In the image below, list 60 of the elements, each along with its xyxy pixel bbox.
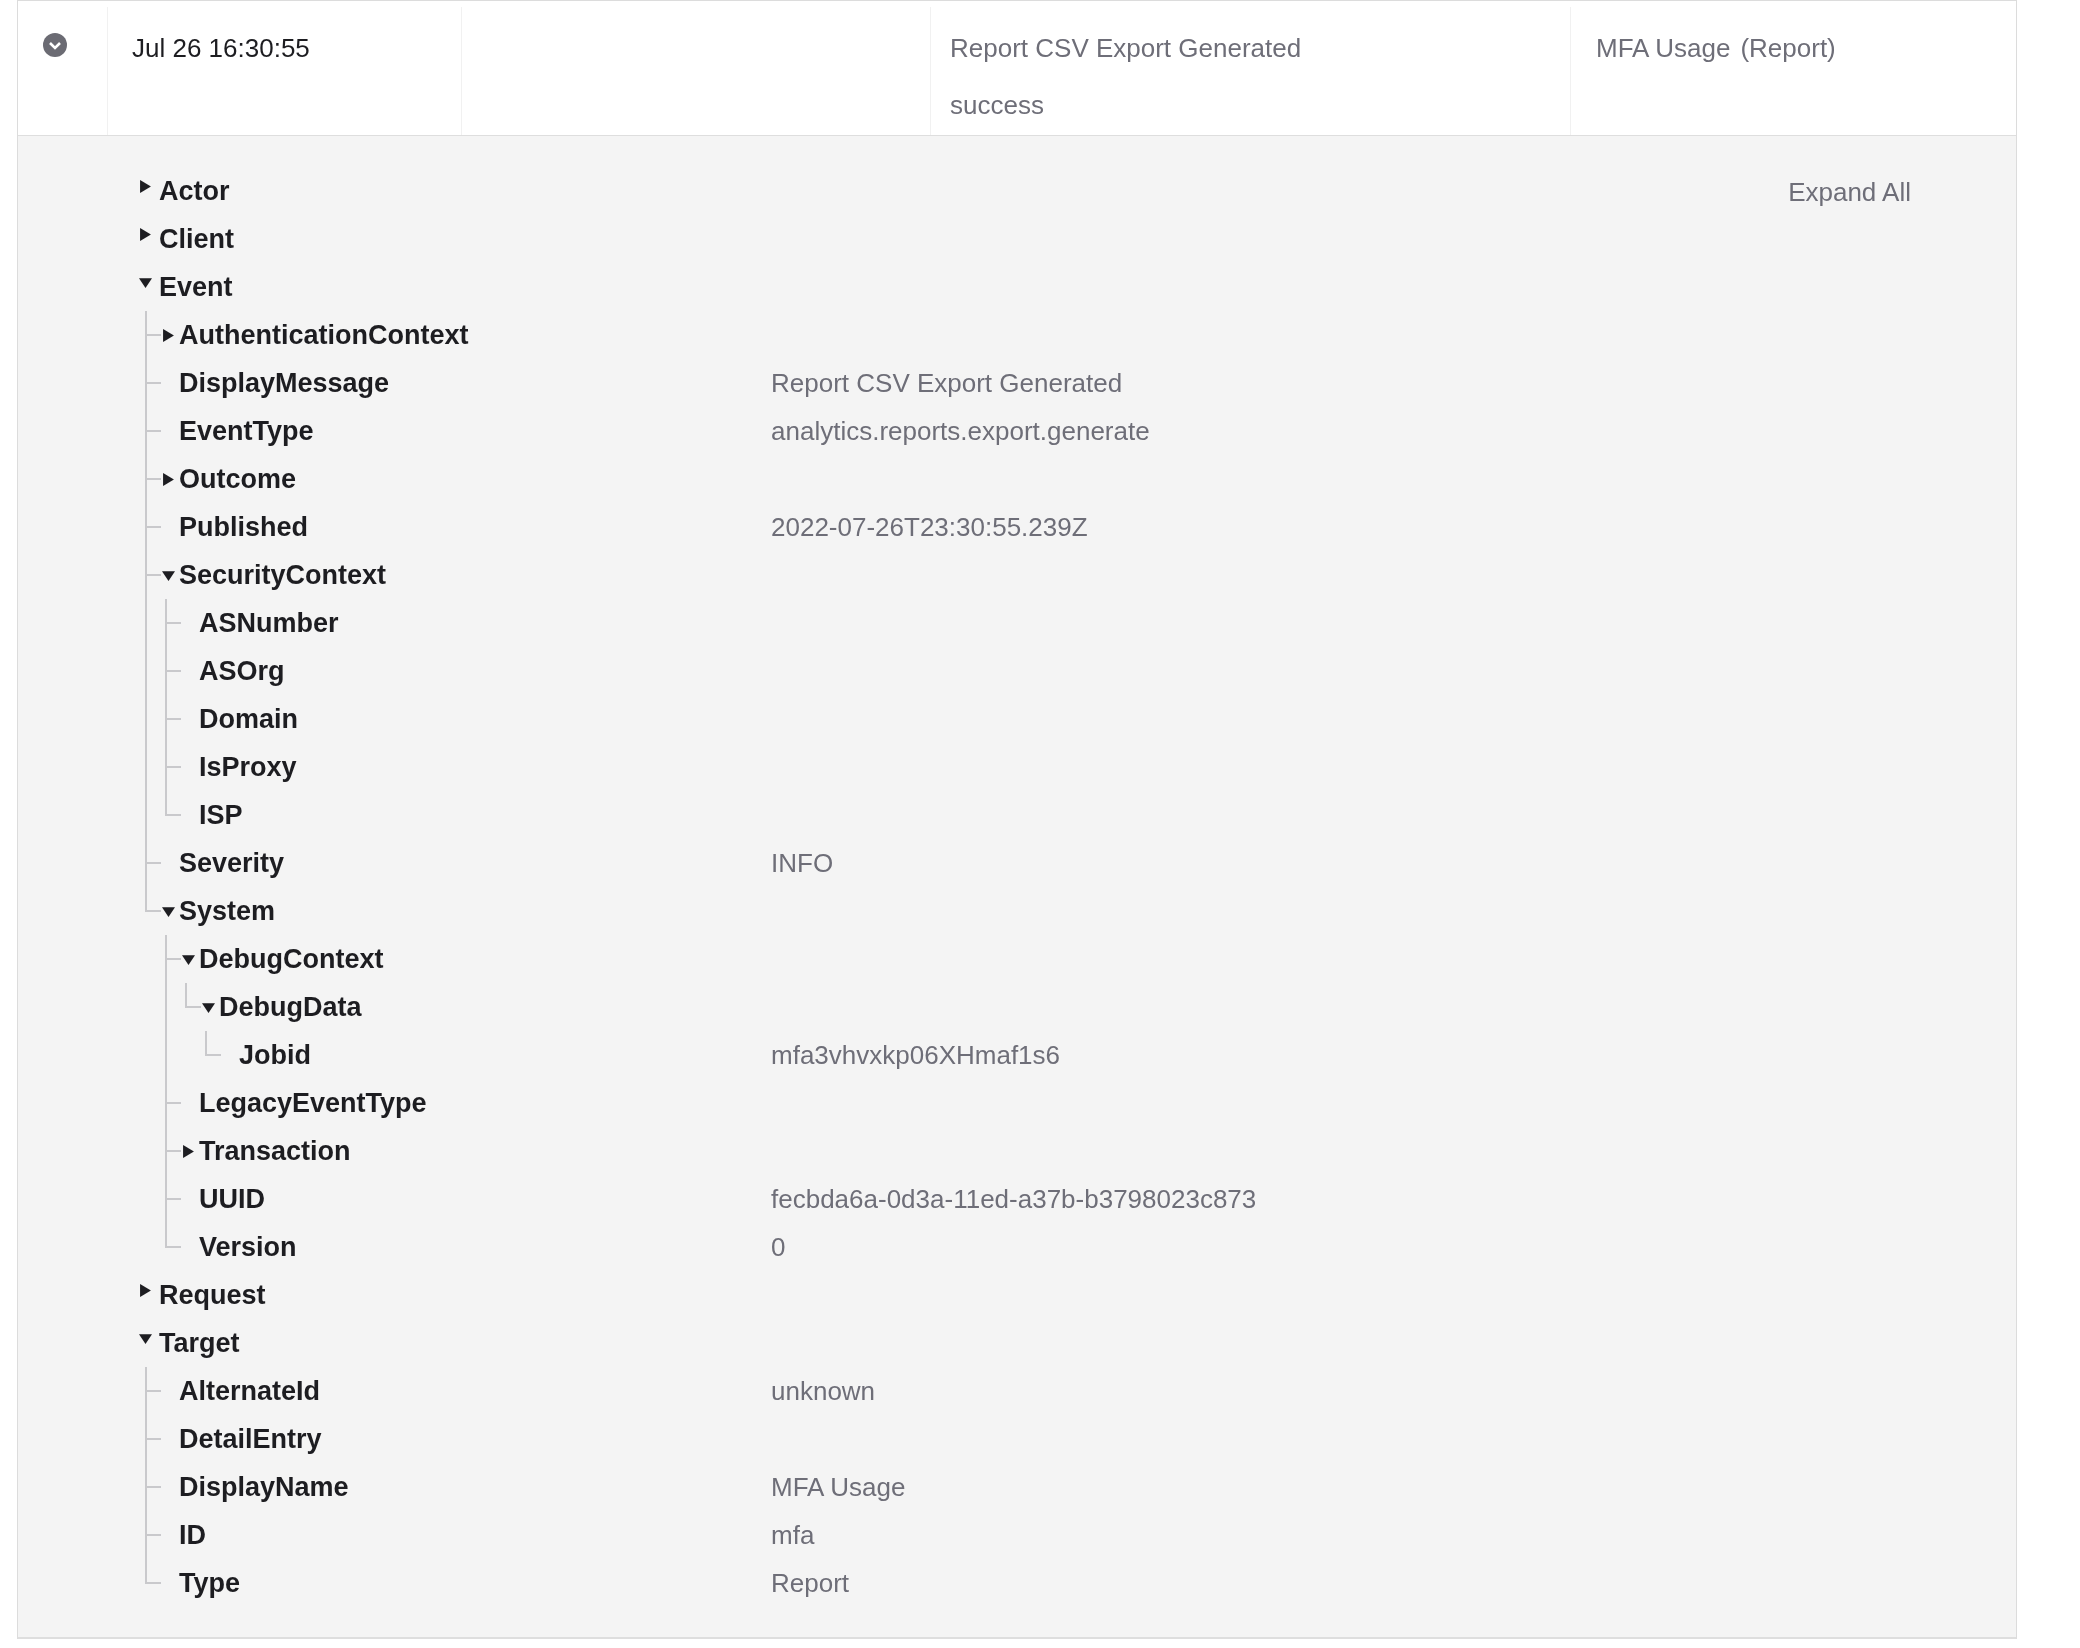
property-value: mfa3vhvxkp06XHmaf1s6	[771, 1039, 1061, 1071]
caret-right-icon[interactable]	[162, 472, 175, 486]
property-value: Report CSV Export Generated	[771, 367, 1123, 399]
expand-all-button[interactable]: Expand All	[1788, 175, 1911, 209]
property-name: Severity	[179, 847, 285, 880]
property-name[interactable]: Request	[159, 1271, 266, 1319]
property-name: IsProxy	[199, 751, 297, 784]
property-name[interactable]: DebugContext	[199, 935, 384, 983]
property-value: Report	[771, 1567, 850, 1599]
property-name[interactable]: Outcome	[179, 455, 297, 503]
caret-down-icon[interactable]	[162, 904, 175, 918]
property-name: Jobid	[239, 1039, 311, 1072]
property-value: INFO	[771, 847, 834, 879]
property-name: LegacyEventType	[199, 1087, 427, 1120]
target-type: (Report)	[1740, 33, 1836, 63]
property-name: UUID	[199, 1183, 265, 1216]
caret-right-icon[interactable]	[182, 1144, 195, 1158]
property-name: DetailEntry	[179, 1423, 322, 1456]
property-name: ASOrg	[199, 655, 285, 688]
property-value: unknown	[771, 1375, 876, 1407]
caret-down-icon[interactable]	[202, 1000, 215, 1014]
property-name[interactable]: Event	[159, 263, 233, 311]
property-value: 0	[771, 1231, 786, 1263]
property-name: EventType	[179, 415, 314, 448]
property-value: 2022-07-26T23:30:55.239Z	[771, 511, 1088, 543]
property-value: mfa	[771, 1519, 815, 1551]
event-outcome: success	[950, 90, 1045, 121]
property-name: Published	[179, 511, 308, 544]
property-name[interactable]: System	[179, 887, 276, 935]
property-name: AlternateId	[179, 1375, 321, 1408]
property-name: ASNumber	[199, 607, 339, 640]
caret-right-icon[interactable]	[139, 179, 152, 193]
caret-down-icon[interactable]	[182, 952, 195, 966]
property-name[interactable]: Transaction	[199, 1127, 351, 1175]
property-value: fecbda6a-0d3a-11ed-a37b-b3798023c873	[771, 1183, 1257, 1215]
caret-right-icon[interactable]	[139, 1283, 152, 1297]
property-name[interactable]: Client	[159, 215, 234, 263]
property-name: Version	[199, 1231, 297, 1264]
property-name: ISP	[199, 799, 243, 832]
property-value: analytics.reports.export.generate	[771, 415, 1150, 447]
caret-right-icon[interactable]	[139, 227, 152, 241]
property-name[interactable]: AuthenticationContext	[179, 311, 469, 359]
property-value: MFA Usage	[771, 1471, 906, 1503]
property-name: ID	[179, 1519, 206, 1552]
target-name: MFA Usage	[1596, 33, 1731, 63]
caret-right-icon[interactable]	[162, 328, 175, 342]
event-time: Jul 26 16:30:55	[132, 33, 310, 63]
property-name: DisplayMessage	[179, 367, 390, 400]
property-name[interactable]: DebugData	[219, 983, 362, 1031]
property-name: DisplayName	[179, 1471, 349, 1504]
property-name[interactable]: Target	[159, 1319, 240, 1367]
collapse-icon[interactable]	[43, 33, 67, 57]
caret-down-icon[interactable]	[162, 568, 175, 582]
property-name[interactable]: SecurityContext	[179, 551, 387, 599]
caret-down-icon[interactable]	[139, 1331, 152, 1345]
property-name[interactable]: Actor	[159, 167, 230, 215]
property-name: Domain	[199, 703, 298, 736]
event-message: Report CSV Export Generated	[950, 33, 1303, 64]
property-name: Type	[179, 1567, 240, 1600]
caret-down-icon[interactable]	[139, 275, 152, 289]
